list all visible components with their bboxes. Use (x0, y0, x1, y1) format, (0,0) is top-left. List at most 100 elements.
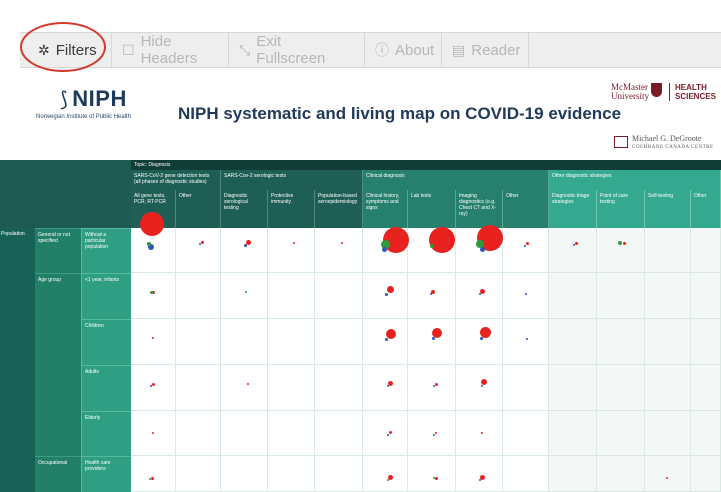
map-cell[interactable] (268, 273, 315, 319)
row-header[interactable]: Health care providers (81, 456, 131, 492)
map-cell[interactable] (549, 273, 597, 319)
evidence-bubble[interactable] (481, 385, 483, 387)
map-cell[interactable] (363, 411, 408, 456)
map-cell[interactable] (456, 411, 503, 456)
map-cell[interactable] (456, 456, 503, 492)
map-cell[interactable] (691, 273, 721, 319)
subgroup-header[interactable]: Population-based seroepidemiology (315, 190, 363, 228)
map-cell[interactable] (268, 228, 315, 273)
map-cell[interactable] (549, 411, 597, 456)
map-cell[interactable] (315, 228, 363, 273)
group-header[interactable]: Other diagnostic strategies (549, 170, 721, 190)
map-cell[interactable] (221, 319, 268, 365)
evidence-bubble[interactable] (199, 243, 201, 245)
evidence-bubble[interactable] (341, 242, 343, 244)
map-cell[interactable] (268, 456, 315, 492)
map-cell[interactable] (176, 456, 221, 492)
map-cell[interactable] (597, 228, 645, 273)
evidence-bubble[interactable] (433, 385, 435, 387)
map-cell[interactable] (221, 365, 268, 411)
map-cell[interactable] (645, 273, 691, 319)
evidence-bubble[interactable] (525, 241, 529, 245)
map-cell[interactable] (503, 365, 549, 411)
evidence-bubble[interactable] (479, 326, 491, 338)
map-cell[interactable] (456, 273, 503, 319)
map-cell[interactable] (221, 411, 268, 456)
subgroup-header[interactable]: Diagnostic serological testing (221, 190, 268, 228)
evidence-bubble[interactable] (388, 430, 392, 434)
map-cell[interactable] (131, 456, 176, 492)
map-cell[interactable] (456, 319, 503, 365)
map-cell[interactable] (691, 456, 721, 492)
map-cell[interactable] (597, 319, 645, 365)
map-cell[interactable] (268, 365, 315, 411)
evidence-bubble[interactable] (243, 243, 247, 247)
map-cell[interactable] (691, 319, 721, 365)
map-cell[interactable] (131, 365, 176, 411)
map-cell[interactable] (268, 319, 315, 365)
map-cell[interactable] (268, 411, 315, 456)
subgroup-header[interactable]: Other (176, 190, 221, 228)
map-cell[interactable] (408, 365, 456, 411)
map-cell[interactable] (691, 228, 721, 273)
map-cell[interactable] (503, 273, 549, 319)
subgroup-header[interactable]: Self-testing (645, 190, 691, 228)
map-cell[interactable] (549, 456, 597, 492)
map-cell[interactable] (221, 456, 268, 492)
row-header[interactable]: Elderly (81, 411, 131, 456)
evidence-bubble[interactable] (381, 246, 387, 252)
evidence-bubble[interactable] (152, 337, 154, 339)
row-group-header[interactable]: Age group (35, 273, 81, 456)
subgroup-header[interactable]: Clinical history, symptoms and signs (363, 190, 408, 228)
exit-fullscreen-button[interactable]: ⤡ Exit Fullscreen (229, 33, 365, 67)
evidence-bubble[interactable] (149, 478, 151, 480)
evidence-bubble[interactable] (384, 292, 388, 296)
hide-headers-button[interactable]: ☐ Hide Headers (112, 33, 229, 67)
map-cell[interactable] (645, 456, 691, 492)
evidence-bubble[interactable] (525, 293, 527, 295)
evidence-bubble[interactable] (524, 245, 526, 247)
evidence-bubble[interactable] (430, 244, 434, 248)
map-cell[interactable] (597, 273, 645, 319)
map-cell[interactable] (176, 319, 221, 365)
map-cell[interactable] (645, 228, 691, 273)
map-cell[interactable] (408, 319, 456, 365)
map-cell[interactable] (645, 319, 691, 365)
map-cell[interactable] (363, 273, 408, 319)
map-cell[interactable] (503, 319, 549, 365)
evidence-bubble[interactable] (387, 479, 389, 481)
filters-button[interactable]: ✲ Filters (20, 33, 112, 67)
row-group-header[interactable]: Occupational (35, 456, 81, 492)
map-cell[interactable] (131, 319, 176, 365)
map-cell[interactable] (176, 273, 221, 319)
subgroup-header[interactable]: Diagnostic triage strategies (549, 190, 597, 228)
evidence-bubble[interactable] (387, 385, 389, 387)
evidence-bubble[interactable] (433, 434, 435, 436)
map-cell[interactable] (408, 411, 456, 456)
evidence-bubble[interactable] (573, 244, 575, 246)
map-cell[interactable] (315, 319, 363, 365)
subgroup-header[interactable]: Protective immunity (268, 190, 315, 228)
map-cell[interactable] (456, 365, 503, 411)
group-header[interactable]: SARS-CoV-2 gene detection tests (all pha… (131, 170, 221, 190)
evidence-bubble[interactable] (479, 293, 481, 295)
map-cell[interactable] (176, 228, 221, 273)
map-cell[interactable] (597, 411, 645, 456)
map-cell[interactable] (503, 456, 549, 492)
evidence-bubble[interactable] (479, 246, 485, 252)
evidence-bubble[interactable] (431, 336, 435, 340)
subgroup-header[interactable]: Point of care testing (597, 190, 645, 228)
row-header[interactable]: <1 year, infants (81, 273, 131, 319)
subgroup-header[interactable]: Other (503, 190, 549, 228)
map-cell[interactable] (503, 228, 549, 273)
evidence-bubble[interactable] (622, 241, 626, 245)
map-cell[interactable] (549, 365, 597, 411)
map-cell[interactable] (503, 411, 549, 456)
evidence-bubble[interactable] (618, 241, 622, 245)
evidence-bubble[interactable] (435, 432, 437, 434)
subgroup-header[interactable]: Lab tests (408, 190, 456, 228)
row-header[interactable]: Without a particular population (81, 228, 131, 273)
evidence-bubble[interactable] (526, 338, 528, 340)
map-cell[interactable] (597, 365, 645, 411)
evidence-bubble[interactable] (245, 291, 247, 293)
